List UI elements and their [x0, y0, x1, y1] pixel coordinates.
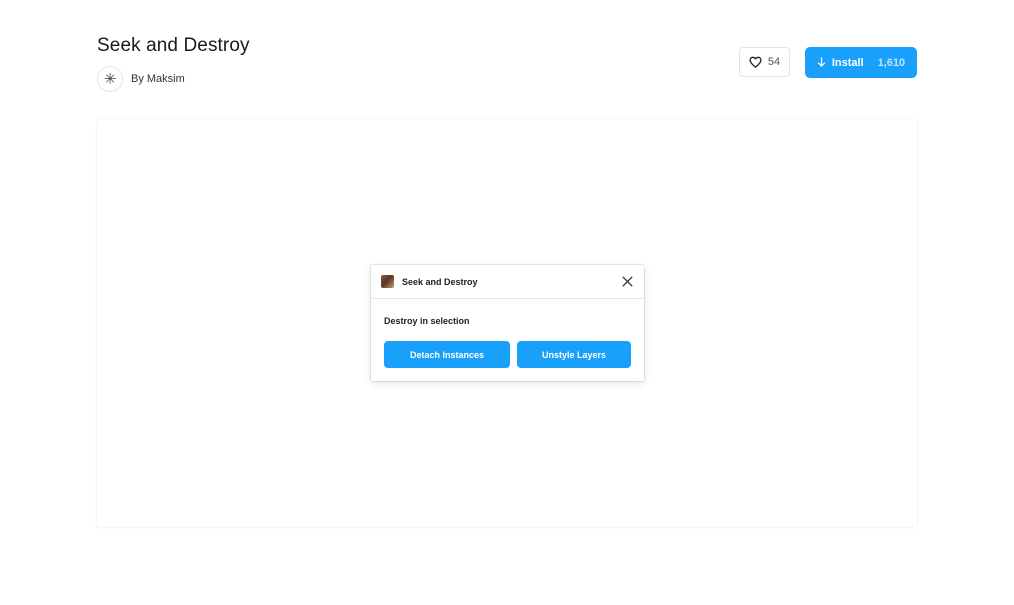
like-count: 54 [767, 56, 781, 68]
install-count: 1,610 [877, 56, 906, 69]
plugin-window: Seek and Destroy Destroy in selection De… [371, 265, 644, 381]
asterisk-icon: ✳ [97, 66, 123, 92]
heart-icon [749, 56, 762, 68]
section-label: Destroy in selection [384, 316, 470, 326]
arrow-down-icon [817, 57, 826, 67]
plugin-thumbnail-icon [381, 275, 394, 288]
unstyle-layers-button[interactable]: Unstyle Layers [517, 341, 631, 368]
plugin-window-title: Seek and Destroy [402, 276, 478, 287]
plugin-window-header: Seek and Destroy [371, 265, 644, 299]
install-button[interactable]: Install 1,610 [805, 47, 917, 78]
page-title: Seek and Destroy [97, 35, 250, 56]
author-info[interactable]: ✳ By Maksim [97, 66, 185, 92]
install-label: Install [831, 56, 864, 69]
plugin-page: Seek and Destroy ✳ By Maksim 54 Install … [0, 0, 1014, 605]
like-button[interactable]: 54 [739, 47, 790, 77]
author-label: By Maksim [131, 73, 185, 85]
close-icon[interactable] [621, 275, 634, 288]
detach-instances-button[interactable]: Detach Instances [384, 341, 510, 368]
